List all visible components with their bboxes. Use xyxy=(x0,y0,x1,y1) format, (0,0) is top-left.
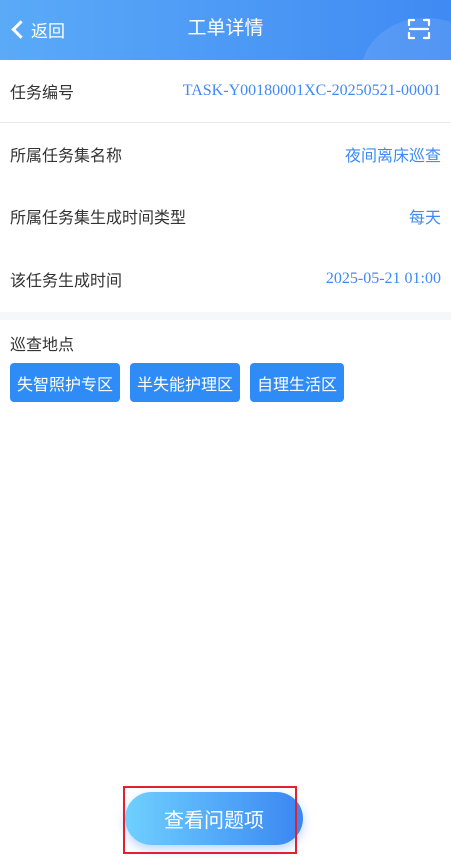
location-tag: 半失能护理区 xyxy=(130,363,241,402)
detail-key: 所属任务集生成时间类型 xyxy=(10,208,187,227)
detail-value: 每天 xyxy=(408,208,441,227)
section-gap xyxy=(0,312,451,320)
detail-row-generation-type: 所属任务集生成时间类型 每天 xyxy=(0,185,451,247)
page-title: 工单详情 xyxy=(187,17,264,39)
header-bar: 返回 工单详情 xyxy=(0,0,451,60)
detail-value: 2025-05-21 01:00 xyxy=(325,270,441,287)
location-tag: 自理生活区 xyxy=(250,363,345,402)
location-tag: 失智照护专区 xyxy=(10,363,121,402)
detail-value: TASK-Y00180001XC-20250521-00001 xyxy=(182,82,441,99)
scan-icon[interactable] xyxy=(407,17,431,41)
locations-title: 巡查地点 xyxy=(10,335,75,354)
detail-value: 夜间离床巡查 xyxy=(344,146,441,165)
detail-row-task-id: 任务编号 TASK-Y00180001XC-20250521-00001 xyxy=(0,60,451,122)
view-issues-button[interactable]: 查看问题项 xyxy=(125,792,303,845)
detail-key: 所属任务集名称 xyxy=(10,146,123,165)
detail-row-taskset-name: 所属任务集名称 夜间离床巡查 xyxy=(0,123,451,185)
detail-key: 任务编号 xyxy=(10,83,75,102)
location-tags: 失智照护专区 半失能护理区 自理生活区 xyxy=(10,363,345,402)
detail-row-generation-time: 该任务生成时间 2025-05-21 01:00 xyxy=(0,248,451,310)
detail-key: 该任务生成时间 xyxy=(10,271,123,290)
